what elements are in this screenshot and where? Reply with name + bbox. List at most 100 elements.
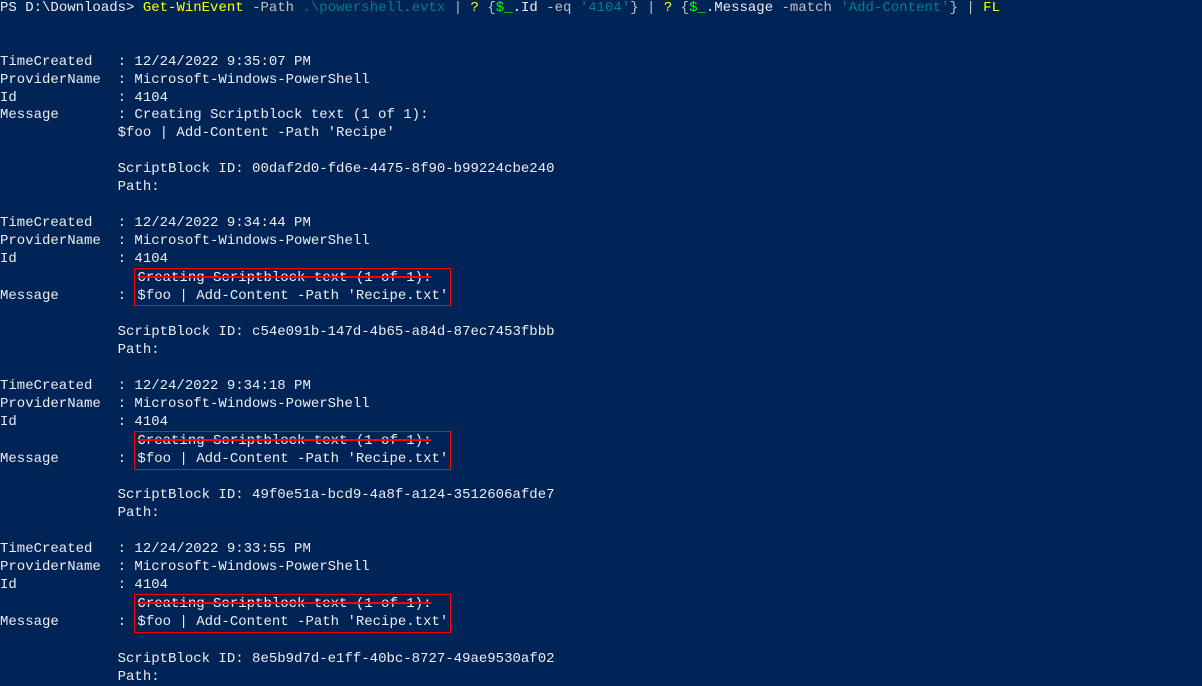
- event-row: Message : Creating Scriptblock text (1 o…: [0, 107, 1202, 125]
- label-id: Id: [0, 414, 109, 430]
- value-id: 4104: [134, 251, 168, 267]
- message-line2: $foo | Add-Content -Path 'Recipe.txt': [137, 614, 448, 630]
- event-row: Id : 4104: [0, 251, 1202, 269]
- pipe: |: [445, 0, 470, 16]
- brace-open: {: [672, 0, 689, 16]
- value-id: 4104: [134, 414, 168, 430]
- path-line: Path:: [0, 505, 160, 521]
- param-path: -Path: [244, 0, 294, 16]
- event-row: TimeCreated : 12/24/2022 9:35:07 PM: [0, 54, 1202, 72]
- scriptblock-id: 00daf2d0-fd6e-4475-8f90-b99224cbe240: [252, 161, 554, 177]
- event-row: TimeCreated : 12/24/2022 9:33:55 PM: [0, 541, 1202, 559]
- message-line2: $foo | Add-Content -Path 'Recipe.txt': [137, 288, 448, 304]
- label-message: Message: [0, 288, 109, 304]
- label-message: Message: [0, 107, 109, 123]
- string-literal: 'Add-Content': [840, 0, 949, 16]
- message-line2: $foo | Add-Content -Path 'Recipe': [118, 125, 395, 141]
- brace-close: }: [630, 0, 638, 16]
- scriptblock-id: 49f0e51a-bcd9-4a8f-a124-3512606afde7: [252, 487, 554, 503]
- value-provider: Microsoft-Windows-PowerShell: [134, 233, 369, 249]
- path-line: Path:: [0, 179, 160, 195]
- path-arg: .\powershell.evtx: [294, 0, 445, 16]
- event-row: ScriptBlock ID: 8e5b9d7d-e1ff-40bc-8727-…: [0, 651, 1202, 669]
- highlight-annotation: Creating Scriptblock text (1 of 1): $foo …: [134, 431, 451, 470]
- message-line1: Creating Scriptblock text (1 of 1):: [137, 433, 431, 449]
- message-line2: $foo | Add-Content -Path 'Recipe.txt': [137, 451, 448, 467]
- value-provider: Microsoft-Windows-PowerShell: [134, 72, 369, 88]
- prop-message: .Message: [706, 0, 773, 16]
- path-line: Path:: [0, 342, 160, 358]
- pipe: |: [958, 0, 983, 16]
- event-row: Path:: [0, 179, 1202, 197]
- scriptblock-id-label: ScriptBlock ID:: [0, 324, 252, 340]
- path-line: Path:: [0, 669, 160, 685]
- label-id: Id: [0, 577, 109, 593]
- powershell-terminal[interactable]: PS D:\Downloads> Get-WinEvent -Path .\po…: [0, 0, 1202, 686]
- event-row: Path:: [0, 505, 1202, 523]
- event-row: TimeCreated : 12/24/2022 9:34:18 PM: [0, 378, 1202, 396]
- event-row: ProviderName : Microsoft-Windows-PowerSh…: [0, 396, 1202, 414]
- event-row: Id : 4104: [0, 90, 1202, 108]
- label-time: TimeCreated: [0, 541, 109, 557]
- event-row: Id : 4104: [0, 577, 1202, 595]
- prop-id: .Id: [513, 0, 538, 16]
- message-line1: Creating Scriptblock text (1 of 1):: [137, 596, 431, 612]
- event-row: ProviderName : Microsoft-Windows-PowerSh…: [0, 72, 1202, 90]
- scriptblock-id: 8e5b9d7d-e1ff-40bc-8727-49ae9530af02: [252, 651, 554, 667]
- scriptblock-id-label: ScriptBlock ID:: [0, 161, 252, 177]
- scriptblock-id: c54e091b-147d-4b65-a84d-87ec7453fbbb: [252, 324, 554, 340]
- value-id: 4104: [134, 90, 168, 106]
- event-row: ScriptBlock ID: c54e091b-147d-4b65-a84d-…: [0, 324, 1202, 342]
- dollar-underscore: $_: [496, 0, 513, 16]
- value-time: 12/24/2022 9:34:18 PM: [134, 378, 310, 394]
- label-id: Id: [0, 90, 109, 106]
- brace-close: }: [950, 0, 958, 16]
- event-row: ProviderName : Microsoft-Windows-PowerSh…: [0, 233, 1202, 251]
- op-match: -match: [773, 0, 840, 16]
- value-id: 4104: [134, 577, 168, 593]
- value-time: 12/24/2022 9:33:55 PM: [134, 541, 310, 557]
- message-line1: Creating Scriptblock text (1 of 1):: [137, 270, 431, 286]
- value-time: 12/24/2022 9:35:07 PM: [134, 54, 310, 70]
- value-time: 12/24/2022 9:34:44 PM: [134, 215, 310, 231]
- label-time: TimeCreated: [0, 215, 109, 231]
- message-line1: Creating Scriptblock text (1 of 1):: [134, 107, 428, 123]
- label-provider: ProviderName: [0, 396, 109, 412]
- event-row: Message : Creating Scriptblock text (1 o…: [0, 432, 1202, 470]
- event-row: ScriptBlock ID: 00daf2d0-fd6e-4475-8f90-…: [0, 161, 1202, 179]
- value-provider: Microsoft-Windows-PowerShell: [134, 396, 369, 412]
- event-row: Path:: [0, 669, 1202, 686]
- label-provider: ProviderName: [0, 559, 109, 575]
- event-row: Message : Creating Scriptblock text (1 o…: [0, 595, 1202, 633]
- label-provider: ProviderName: [0, 233, 109, 249]
- label-id: Id: [0, 251, 109, 267]
- event-row: Message : Creating Scriptblock text (1 o…: [0, 269, 1202, 307]
- ps-prefix: PS: [0, 0, 25, 16]
- op-eq: -eq: [538, 0, 580, 16]
- event-row: ScriptBlock ID: 49f0e51a-bcd9-4a8f-a124-…: [0, 487, 1202, 505]
- label-message: Message: [0, 614, 109, 630]
- command-line: PS D:\Downloads> Get-WinEvent -Path .\po…: [0, 0, 1202, 18]
- label-time: TimeCreated: [0, 54, 109, 70]
- event-row: Id : 4104: [0, 414, 1202, 432]
- event-row: $foo | Add-Content -Path 'Recipe': [0, 125, 1202, 143]
- fl-cmdlet: FL: [983, 0, 1000, 16]
- cwd: D:\Downloads>: [25, 0, 143, 16]
- brace-open: {: [479, 0, 496, 16]
- string-literal: '4104': [580, 0, 630, 16]
- label-message: Message: [0, 451, 109, 467]
- value-provider: Microsoft-Windows-PowerShell: [134, 559, 369, 575]
- scriptblock-id-label: ScriptBlock ID:: [0, 487, 252, 503]
- label-time: TimeCreated: [0, 378, 109, 394]
- pipe: |: [639, 0, 664, 16]
- highlight-annotation: Creating Scriptblock text (1 of 1): $foo …: [134, 268, 451, 307]
- label-provider: ProviderName: [0, 72, 109, 88]
- event-row: ProviderName : Microsoft-Windows-PowerSh…: [0, 559, 1202, 577]
- event-row: TimeCreated : 12/24/2022 9:34:44 PM: [0, 215, 1202, 233]
- where-alias: ?: [664, 0, 672, 16]
- dollar-underscore: $_: [689, 0, 706, 16]
- cmdlet: Get-WinEvent: [143, 0, 244, 16]
- where-alias: ?: [471, 0, 479, 16]
- event-row: Path:: [0, 342, 1202, 360]
- scriptblock-id-label: ScriptBlock ID:: [0, 651, 252, 667]
